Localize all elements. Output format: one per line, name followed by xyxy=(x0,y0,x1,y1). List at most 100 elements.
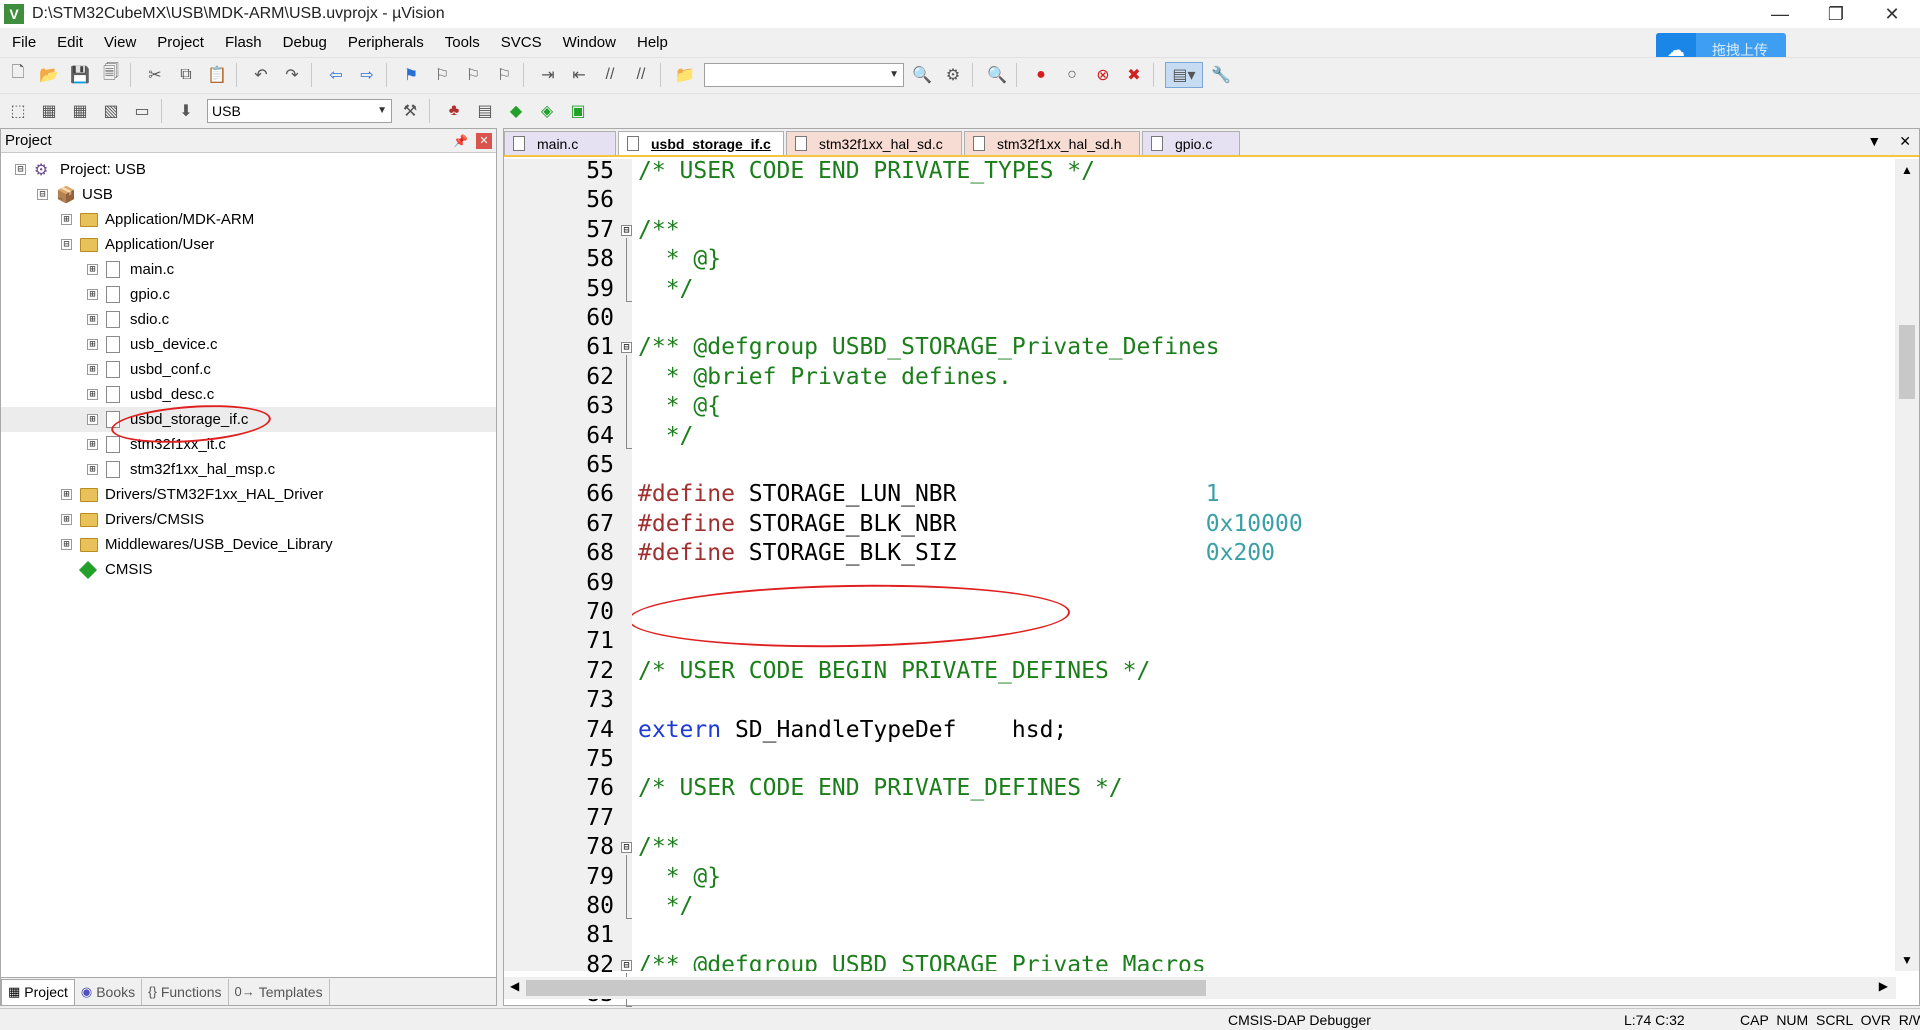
redo-icon[interactable]: ↷ xyxy=(279,62,305,88)
tree-item[interactable]: ⊞ Drivers/CMSIS xyxy=(1,507,496,532)
undo-icon[interactable]: ↶ xyxy=(248,62,274,88)
expand-icon[interactable]: ⊞ xyxy=(87,314,98,325)
breakpoint-icon[interactable]: ● xyxy=(1028,62,1054,88)
select-packs-icon[interactable]: ◈ xyxy=(534,98,560,124)
fold-collapse-icon[interactable]: ⊟ xyxy=(621,342,632,354)
menu-debug[interactable]: Debug xyxy=(271,34,336,51)
scroll-up-icon[interactable]: ▲ xyxy=(1901,163,1913,177)
pin-icon[interactable]: 📌 xyxy=(453,134,468,148)
build-icon[interactable]: ▦ xyxy=(36,98,62,124)
target-select[interactable]: USB ▼ xyxy=(207,98,392,123)
tree-item[interactable]: ⊞ Middlewares/USB_Device_Library xyxy=(1,532,496,557)
scroll-right-icon[interactable]: ▶ xyxy=(1879,979,1888,993)
rebuild-icon[interactable]: ▦ xyxy=(67,98,93,124)
menu-view[interactable]: View xyxy=(92,34,145,51)
menu-tools[interactable]: Tools xyxy=(433,34,489,51)
pack-installer-icon[interactable]: ▣ xyxy=(565,98,591,124)
tree-item[interactable]: ⊞ Drivers/STM32F1xx_HAL_Driver xyxy=(1,482,496,507)
find-icon[interactable]: 🔍 xyxy=(909,62,935,88)
menu-help[interactable]: Help xyxy=(625,34,677,51)
editor-tab-main-c[interactable]: main.c xyxy=(504,131,616,155)
find-in-files-icon[interactable]: 📁 xyxy=(672,62,698,88)
tab-project[interactable]: ▦ Project xyxy=(1,978,75,1005)
incremental-find-icon[interactable]: ⚙ xyxy=(940,62,966,88)
copy-icon[interactable]: ⧉ xyxy=(173,62,199,88)
editor-tab-gpio-c[interactable]: gpio.c xyxy=(1142,131,1240,155)
menu-svcs[interactable]: SVCS xyxy=(489,34,551,51)
tree-item[interactable]: ⊟ Application/User xyxy=(1,232,496,257)
find-combo[interactable]: ▼ xyxy=(704,62,904,87)
debug-session-icon[interactable]: 🔍 xyxy=(984,62,1010,88)
navigate-back-icon[interactable]: ⇦ xyxy=(323,62,349,88)
configure-icon[interactable]: 🔧 xyxy=(1208,62,1234,88)
kill-all-breakpoints-icon[interactable]: ✖ xyxy=(1121,62,1147,88)
vertical-scroll-thumb[interactable] xyxy=(1899,325,1915,399)
menu-flash[interactable]: Flash xyxy=(213,34,271,51)
expand-icon[interactable]: ⊞ xyxy=(87,364,98,375)
save-icon[interactable]: 💾 xyxy=(67,62,93,88)
editor-tab-stm32f1xx-hal-sd-c[interactable]: stm32f1xx_hal_sd.c xyxy=(786,131,962,155)
tab-functions[interactable]: {} Functions xyxy=(142,978,229,1005)
minimize-button[interactable]: — xyxy=(1752,0,1808,28)
disable-all-breakpoints-icon[interactable]: ⊗ xyxy=(1090,62,1116,88)
new-file-icon[interactable]: 🗋 xyxy=(5,62,31,88)
expand-icon[interactable]: ⊞ xyxy=(87,264,98,275)
target-options-icon[interactable]: ⚒ xyxy=(397,98,423,124)
uncomment-icon[interactable]: // xyxy=(628,62,654,88)
unindent-icon[interactable]: ⇤ xyxy=(566,62,592,88)
tree-item[interactable]: ⊞ stm32f1xx_hal_msp.c xyxy=(1,457,496,482)
close-button[interactable]: ✕ xyxy=(1864,0,1920,28)
navigate-forward-icon[interactable]: ⇨ xyxy=(354,62,380,88)
tree-item[interactable]: ⊟ 📦 USB xyxy=(1,182,496,207)
close-tab-icon[interactable]: ✕ xyxy=(1899,133,1911,150)
batch-build-icon[interactable]: ▧ xyxy=(98,98,124,124)
expand-icon[interactable]: ⊞ xyxy=(87,389,98,400)
menu-project[interactable]: Project xyxy=(145,34,213,51)
expand-icon[interactable]: ⊞ xyxy=(61,539,72,550)
chevron-down-icon[interactable]: ▼ xyxy=(889,69,899,80)
clear-bookmarks-icon[interactable]: ⚐ xyxy=(491,62,517,88)
restore-button[interactable]: ❐ xyxy=(1808,0,1864,28)
tab-list-icon[interactable]: ▼ xyxy=(1867,133,1881,150)
menu-file[interactable]: File xyxy=(0,34,45,51)
expand-icon[interactable]: ⊞ xyxy=(87,439,98,450)
tree-item[interactable]: ⊞ main.c xyxy=(1,257,496,282)
fold-collapse-icon[interactable]: ⊟ xyxy=(621,959,632,971)
bookmark-icon[interactable]: ⚑ xyxy=(398,62,424,88)
menu-window[interactable]: Window xyxy=(551,34,625,51)
code-editor[interactable]: /* USER CODE END PRIVATE_TYPES */ /** * @… xyxy=(632,159,1896,971)
tree-item[interactable]: CMSIS xyxy=(1,557,496,582)
tab-templates[interactable]: 0→ Templates xyxy=(229,978,330,1005)
menu-peripherals[interactable]: Peripherals xyxy=(336,34,433,51)
manage-multiproject-icon[interactable]: ▤ xyxy=(472,98,498,124)
tree-item[interactable]: ⊟ ⚙ Project: USB xyxy=(1,157,496,182)
tree-item[interactable]: ⊞ sdio.c xyxy=(1,307,496,332)
expand-icon[interactable]: ⊞ xyxy=(61,214,72,225)
vertical-scrollbar[interactable]: ▲ ▼ xyxy=(1895,159,1919,971)
chevron-down-icon[interactable]: ▼ xyxy=(377,105,387,116)
fold-collapse-icon[interactable]: ⊟ xyxy=(621,842,632,854)
window-layout-icon[interactable]: ▤▾ xyxy=(1165,61,1203,88)
indent-icon[interactable]: ⇥ xyxy=(535,62,561,88)
tab-books[interactable]: ◉ Books xyxy=(75,978,143,1005)
comment-icon[interactable]: // xyxy=(597,62,623,88)
collapse-icon[interactable]: ⊟ xyxy=(37,189,48,200)
scroll-left-icon[interactable]: ◀ xyxy=(510,979,519,993)
expand-icon[interactable]: ⊞ xyxy=(61,489,72,500)
next-bookmark-icon[interactable]: ⚐ xyxy=(460,62,486,88)
disable-breakpoint-icon[interactable]: ○ xyxy=(1059,62,1085,88)
editor-tab-stm32f1xx-hal-sd-h[interactable]: stm32f1xx_hal_sd.h xyxy=(964,131,1140,155)
cut-icon[interactable]: ✂ xyxy=(142,62,168,88)
expand-icon[interactable]: ⊞ xyxy=(87,289,98,300)
expand-icon[interactable]: ⊞ xyxy=(87,464,98,475)
manage-rte-icon[interactable]: ◆ xyxy=(503,98,529,124)
tree-item[interactable]: ⊞ stm32f1xx_it.c xyxy=(1,432,496,457)
save-all-icon[interactable]: 🗐 xyxy=(98,62,124,88)
menu-edit[interactable]: Edit xyxy=(45,34,92,51)
close-icon[interactable]: ✕ xyxy=(476,132,492,149)
tree-item[interactable]: ⊞ Application/MDK-ARM xyxy=(1,207,496,232)
collapse-icon[interactable]: ⊟ xyxy=(15,164,26,175)
paste-icon[interactable]: 📋 xyxy=(204,62,230,88)
open-file-icon[interactable]: 📂 xyxy=(36,62,62,88)
scroll-down-icon[interactable]: ▼ xyxy=(1901,953,1913,967)
